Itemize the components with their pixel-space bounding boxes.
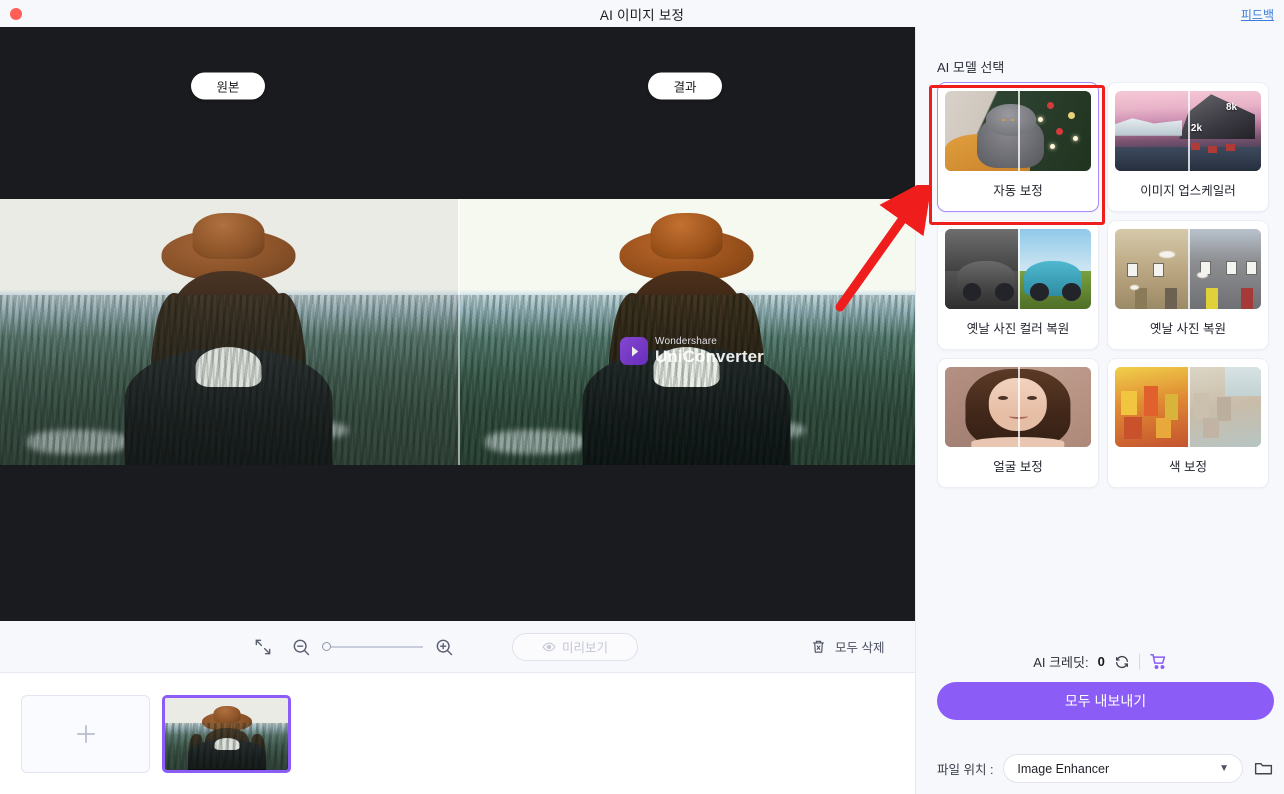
file-location-row: 파일 위치 : Image Enhancer ▼ — [937, 754, 1274, 783]
model-label: 이미지 업스케일러 — [1140, 184, 1236, 198]
tab-original[interactable]: 원본 — [191, 72, 265, 100]
model-thumb-restore-old-photo — [1115, 229, 1261, 309]
feedback-link[interactable]: 피드백 — [1241, 6, 1274, 23]
model-label: 옛날 사진 복원 — [1150, 322, 1226, 336]
ai-model-grid: 자동 보정 2k 8k 이미지 업스케일러 옛날 사진 컬러 복원 옛날 사진 … — [937, 82, 1269, 488]
trash-icon — [812, 640, 825, 653]
canvas-toolbar: 미리보기 모두 삭제 — [0, 621, 915, 673]
image-enhancer-window: AI 이미지 보정 피드백 원본 결과 Wondershare UniConve… — [0, 0, 1284, 794]
model-thumb-color-enhance — [1115, 367, 1261, 447]
delete-all-label: 모두 삭제 — [835, 641, 885, 655]
file-location-value: Image Enhancer — [1017, 761, 1110, 776]
before-after-view[interactable] — [0, 199, 915, 465]
export-all-button[interactable]: 모두 내보내기 — [937, 682, 1274, 720]
preview-button[interactable]: 미리보기 — [512, 632, 638, 661]
comparison-divider — [457, 199, 460, 465]
view-tabs: 원본 결과 — [0, 27, 915, 119]
zoom-out-icon[interactable] — [290, 636, 312, 658]
wondershare-logo-icon — [620, 337, 648, 366]
eye-icon — [542, 642, 556, 651]
model-card-colorize-old-photo[interactable]: 옛날 사진 컬러 복원 — [937, 220, 1099, 350]
thumbnail-strip — [0, 673, 915, 794]
model-label: 옛날 사진 컬러 복원 — [966, 322, 1070, 336]
tab-result[interactable]: 결과 — [648, 72, 722, 100]
watermark: Wondershare UniConverter — [620, 336, 764, 366]
model-card-face-enhance[interactable]: 얼굴 보정 — [937, 358, 1099, 488]
divider — [1138, 653, 1140, 670]
model-label: 자동 보정 — [993, 184, 1043, 198]
shopping-cart-icon[interactable] — [1149, 652, 1168, 671]
model-card-color-enhance[interactable]: 색 보정 — [1107, 358, 1269, 488]
model-thumb-face-enhance — [945, 367, 1091, 447]
thumbnail-item[interactable] — [162, 694, 291, 773]
model-label: 얼굴 보정 — [993, 460, 1043, 474]
title-bar: AI 이미지 보정 피드백 — [0, 0, 1284, 27]
model-label: 색 보정 — [1169, 460, 1207, 474]
ai-credits-value: 0 — [1097, 654, 1105, 669]
folder-icon[interactable] — [1253, 758, 1274, 779]
panel-section-title: AI 모델 선택 — [937, 60, 1005, 75]
upscale-tag-high: 8k — [1225, 102, 1238, 114]
zoom-slider-handle[interactable] — [322, 642, 331, 651]
model-card-image-upscaler[interactable]: 2k 8k 이미지 업스케일러 — [1107, 82, 1269, 212]
fit-screen-icon[interactable] — [252, 636, 274, 658]
preview-label: 미리보기 — [561, 641, 608, 655]
zoom-slider[interactable] — [322, 642, 423, 651]
ai-credits-row: AI 크레딧: 0 — [916, 652, 1284, 671]
panel-footer: AI 크레딧: 0 모두 내보내기 파일 위치: Image Enhancer… — [916, 632, 1284, 794]
watermark-product: UniConverter — [655, 346, 764, 366]
zoom-in-icon[interactable] — [433, 636, 455, 658]
refresh-icon[interactable] — [1114, 654, 1130, 670]
file-location-select[interactable]: Image Enhancer ▼ — [1003, 754, 1243, 783]
zoom-slider-track[interactable] — [331, 645, 423, 648]
delete-all-button[interactable]: 모두 삭제 — [810, 637, 884, 656]
model-thumb-auto-enhance — [945, 91, 1091, 171]
close-window-button[interactable] — [10, 8, 22, 20]
image-canvas: 원본 결과 Wondershare UniConverter — [0, 27, 915, 621]
watermark-brand: Wondershare — [655, 336, 718, 347]
page-title: AI 이미지 보정 — [599, 7, 685, 23]
upscale-tag-low: 2k — [1190, 123, 1203, 134]
model-card-auto-enhance[interactable]: 자동 보정 — [937, 82, 1099, 212]
model-thumb-image-upscaler: 2k 8k — [1115, 91, 1261, 171]
ai-model-panel: AI 모델 선택 자동 보정 2k 8k 이미지 업스케일러 옛날 사진 컬러 … — [915, 27, 1284, 794]
original-image — [0, 199, 458, 465]
file-location-label: 파일 위치 : — [937, 763, 994, 777]
model-card-restore-old-photo[interactable]: 옛날 사진 복원 — [1107, 220, 1269, 350]
enhanced-image — [457, 199, 915, 465]
chevron-down-icon: ▼ — [1219, 763, 1229, 774]
model-thumb-colorize-old-photo — [945, 229, 1091, 309]
plus-icon — [76, 724, 95, 743]
ai-credits-label: AI 크레딧: — [1033, 655, 1089, 670]
add-image-button[interactable] — [21, 694, 150, 773]
